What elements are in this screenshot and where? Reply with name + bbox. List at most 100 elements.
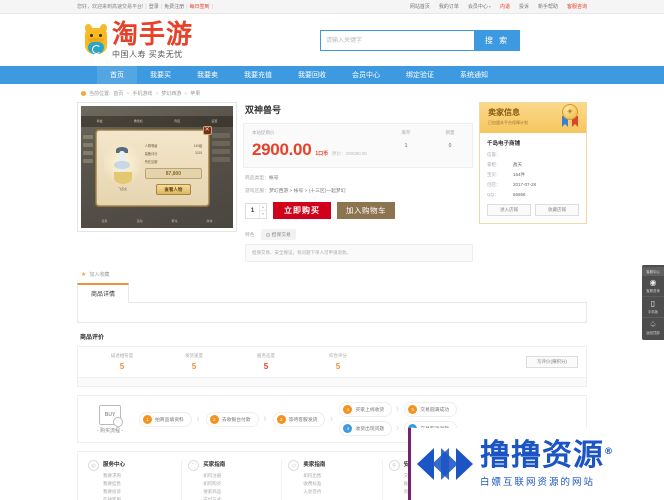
flow-arrow-icon: 》 <box>196 416 202 423</box>
flow-arrow-icon: 》 <box>396 407 401 413</box>
footer-service-column: ◎ 服务中心 我要求购 我要挂售 我要投诉 在线客服 <box>82 460 183 500</box>
divider: ] <box>211 3 213 10</box>
footer-service-heading: 买家指南 <box>203 462 226 468</box>
review-metric: 综合评分 5 <box>302 353 374 371</box>
game-menu-item: 活动 <box>136 219 143 224</box>
flow-step: 1 拍商品填资料 <box>139 411 192 427</box>
review-metric-score: 5 <box>335 362 341 371</box>
flow-step: 4 买家上线收货 <box>339 402 393 417</box>
footer-service-link[interactable]: 如何出售 <box>303 472 325 480</box>
topbar-link-refund[interactable]: 内退 <box>500 3 510 10</box>
character-name: 飞燕女 <box>118 186 128 191</box>
quantity-stepper[interactable]: 1 ▲ ▼ <box>245 202 267 219</box>
topbar-link-home[interactable]: 网站首页 <box>410 3 430 10</box>
seller-info-value: 164件 <box>513 172 526 177</box>
seller-info-row: 宝贝： 164件 <box>487 172 579 178</box>
footer-service-link[interactable]: 在线客服 <box>103 496 125 500</box>
nav-item-4[interactable]: 我要回收 <box>285 66 339 84</box>
footer-service-link[interactable]: 我要求购 <box>103 472 125 480</box>
game-menu-item: 角色栏 <box>133 119 143 124</box>
breadcrumb-item-2[interactable]: 梦幻西游 <box>161 90 181 97</box>
search-bar: 搜 索 <box>320 30 520 51</box>
nav-item-5[interactable]: 会员中心 <box>339 66 393 84</box>
chevron-down-icon: ▾ <box>488 4 491 9</box>
footer-service-link[interactable]: 如何注册 <box>203 472 225 480</box>
nav-item-0[interactable]: 首页 <box>97 66 137 84</box>
price-card: 本站促销价 2900.00 1口币 原价：2900¥0.00 库存 1 销量 0 <box>243 123 473 168</box>
stepper-down-icon[interactable]: ▼ <box>260 211 266 218</box>
brand-name: 淘手游 <box>112 19 194 50</box>
flow-step-label: 去收银台付款 <box>221 417 251 423</box>
rail-item-label: 客服咨询 <box>646 289 660 293</box>
login-link[interactable]: 登录 <box>149 3 159 10</box>
seller-card-header: 卖家信息 已加盟本平台保障计划 <box>480 103 586 133</box>
topbar-link-member[interactable]: 会员中心▾ <box>468 3 491 10</box>
flow-step-label: 等待客服发货 <box>288 417 318 423</box>
enter-shop-button[interactable]: 进入店铺 <box>487 204 531 216</box>
footer-service-heading: 服务中心 <box>103 462 126 468</box>
rail-item[interactable]: ♤ 返回顶部 <box>642 318 664 338</box>
site-logo[interactable]: 淘手游 中国人寿 买卖无忧 <box>83 22 193 59</box>
flow-step-number: 4 <box>343 405 353 414</box>
product-attr-key: 游戏区服： <box>245 189 269 194</box>
breadcrumb-item-1[interactable]: 手机游戏 <box>132 90 152 97</box>
nav-item-6[interactable]: 绑定验证 <box>393 66 447 84</box>
star-icon: ★ <box>81 272 87 278</box>
mascot-icon <box>83 23 109 56</box>
watermark-name: 撸撸资源® <box>480 437 614 473</box>
game-stat-row: 装备评分 3215 <box>144 151 203 157</box>
breadcrumb-item-0[interactable]: 首页 <box>113 90 123 97</box>
nav-item-3[interactable]: 我要充值 <box>231 66 285 84</box>
topbar-link-support[interactable]: 客服咨询 <box>567 3 587 10</box>
seller-info-row: 信誉： <box>487 152 579 158</box>
footer-service-link[interactable]: 我要投诉 <box>103 488 125 496</box>
game-menu-item: 背包 <box>174 119 181 124</box>
footer-service-link[interactable]: 支付方式 <box>203 496 225 500</box>
nav-item-2[interactable]: 我要卖 <box>184 66 231 84</box>
flow-step-number: 5 <box>408 405 418 414</box>
search-input[interactable] <box>320 30 474 51</box>
topbar-link-help[interactable]: 新手帮助 <box>538 3 558 10</box>
rail-item[interactable]: ◉ 客服咨询 <box>642 276 664 297</box>
rail-item[interactable]: ▯ 手机版 <box>642 297 664 318</box>
flow-step: 5 交易圆满成功 <box>404 402 458 417</box>
stepper-up-icon[interactable]: ▲ <box>260 204 266 211</box>
breadcrumb-item-3[interactable]: 苹果 <box>190 90 200 97</box>
nav-item-1[interactable]: 我要买 <box>137 66 184 84</box>
close-icon: ✕ <box>202 126 212 136</box>
seller-info-key: QQ： <box>487 192 499 197</box>
flow-badge-label: - 购买流程 - <box>96 427 124 434</box>
nav-item-7[interactable]: 系统通知 <box>447 66 501 84</box>
tab-product-detail[interactable]: 商品详情 <box>77 283 130 303</box>
search-button[interactable]: 搜 索 <box>474 30 520 51</box>
register-link[interactable]: 免费注册 <box>164 3 184 10</box>
favorite-shop-button[interactable]: 收藏店铺 <box>535 204 579 216</box>
flow-step-number: 3 <box>276 414 286 424</box>
seller-info-key: 信誉： <box>487 152 501 157</box>
watermark-tagline: 白嫖互联网资源的网站 <box>480 476 596 488</box>
buy-now-button[interactable]: 立即购买 <box>273 202 331 219</box>
footer-service-link[interactable]: 入驻签约 <box>303 488 325 496</box>
lock-icon: ⚲ <box>388 460 400 471</box>
footer-service-link[interactable]: 收费标准 <box>303 480 325 488</box>
add-to-cart-button[interactable]: 加入购物车 <box>337 202 395 219</box>
daily-checkin-link[interactable]: 每日签到 <box>189 3 209 10</box>
flow-step-label: 拍商品填资料 <box>155 417 184 423</box>
game-right-icons <box>211 132 230 194</box>
game-menu-item: 设置 <box>211 119 218 124</box>
review-metric: 发货速度 5 <box>158 353 230 371</box>
footer-service-link[interactable]: 搜索商品 <box>203 488 225 496</box>
add-favorite-link[interactable]: ★ 加入收藏 <box>77 262 587 283</box>
stock-header: 库存 <box>401 130 411 135</box>
check-icon <box>265 232 270 237</box>
write-review-button[interactable]: 写评价(赚积分) <box>526 356 578 368</box>
service-badge-label: 担保交易 <box>271 233 291 238</box>
footer-service-link[interactable]: 我要挂售 <box>103 480 125 488</box>
topbar-link-orders[interactable]: 我的订单 <box>439 3 459 10</box>
topbar-link-complaint[interactable]: 投诉 <box>519 3 529 10</box>
tag-icon: ▭ <box>288 460 300 471</box>
divider: | <box>160 3 163 10</box>
flow-arrow-icon: 》 <box>396 426 401 432</box>
product-image-gallery[interactable]: 商会 角色栏 背包 设置 ✕ 飞燕女 人物等级 140级 装备评分 3215 所在区服 87,8… <box>77 102 237 232</box>
footer-service-link[interactable]: 如何购买 <box>203 480 225 488</box>
